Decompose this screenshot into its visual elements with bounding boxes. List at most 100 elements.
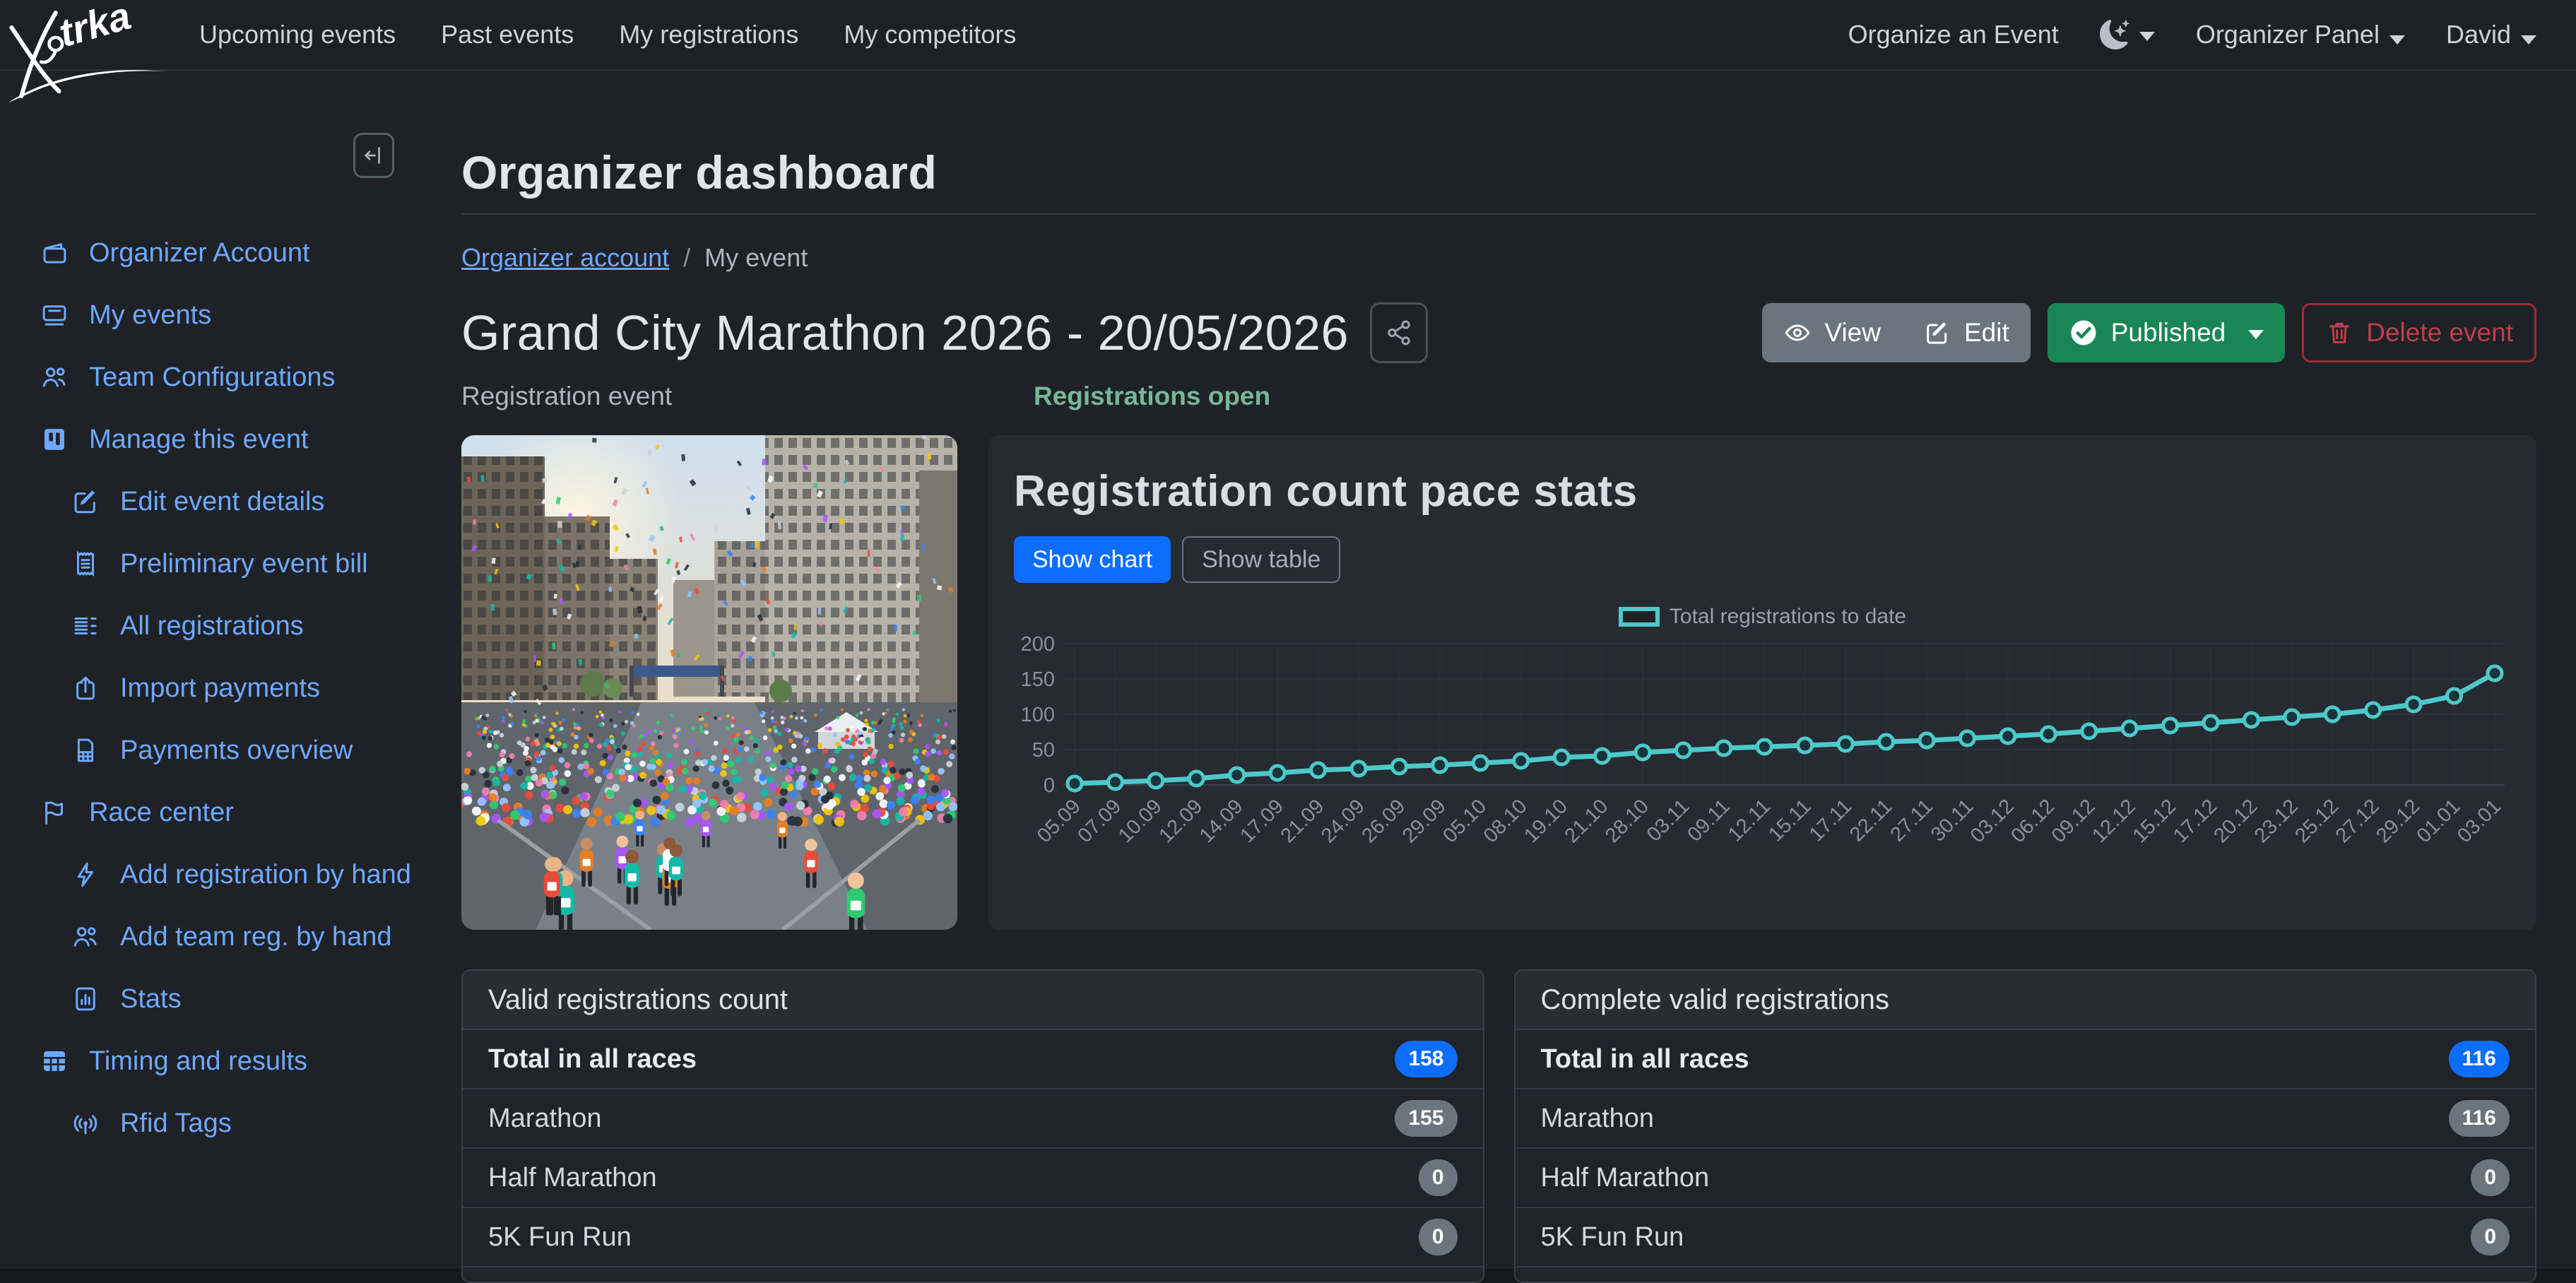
svg-text:09.12: 09.12 [2048,795,2100,847]
chevron-down-icon [2139,32,2155,41]
svg-text:01.01: 01.01 [2413,795,2465,847]
count-badge: 155 [1395,1100,1457,1137]
svg-text:15.12: 15.12 [2129,795,2181,847]
moon-stars-icon [2100,20,2129,49]
sidebar-item-add-registration-by-hand[interactable]: Add registration by hand [0,844,444,906]
svg-text:10.09: 10.09 [1114,795,1166,847]
table-row-partial [463,1267,1483,1282]
nav-my-registrations[interactable]: My registrations [619,20,798,49]
sidebar-collapse-button[interactable] [353,133,394,178]
table-icon [40,1046,69,1076]
breadcrumb-organizer-account[interactable]: Organizer account [461,243,669,272]
sidebar-item-add-team-reg-by-hand[interactable]: Add team reg. by hand [0,906,444,968]
nav-my-competitors[interactable]: My competitors [844,20,1016,49]
svg-text:21.09: 21.09 [1277,795,1329,847]
sidebar-item-team-configurations[interactable]: Team Configurations [0,346,444,408]
eye-icon [1783,319,1812,347]
chevron-down-icon [2389,35,2405,45]
legend-swatch [1619,607,1660,627]
sidebar-item-timing-and-results[interactable]: Timing and results [0,1030,444,1092]
svg-text:15.11: 15.11 [1764,795,1815,846]
table-row: Total in all races 158 [463,1030,1483,1089]
count-badge: 0 [2471,1159,2510,1196]
svg-text:12.11: 12.11 [1724,795,1775,846]
lightning-icon [71,860,100,889]
svg-text:03.01: 03.01 [2453,795,2505,847]
legend-label: Total registrations to date [1670,605,1906,629]
receipt-icon [71,549,100,579]
theme-dropdown[interactable] [2100,20,2155,49]
count-badge: 158 [1395,1041,1457,1077]
svg-text:17.12: 17.12 [2169,795,2221,847]
table-row: Marathon 116 [1516,1089,2536,1149]
sidebar-item-preliminary-event-bill[interactable]: Preliminary event bill [0,533,444,595]
sidebar-item-manage-this-event[interactable]: Manage this event [0,408,444,471]
delete-event-button[interactable]: Delete event [2302,303,2536,362]
sidebar-item-all-registrations[interactable]: All registrations [0,595,444,657]
collapse-left-icon [361,143,386,168]
event-type-label: Registration event [461,382,957,411]
svg-text:05.09: 05.09 [1033,795,1085,847]
check-circle-icon [2069,318,2098,348]
card-list-icon [40,300,69,330]
sidebar-item-rfid-tags[interactable]: Rfid Tags [0,1092,444,1154]
nav-user-menu[interactable]: David [2446,20,2536,49]
event-photo [461,435,957,930]
broadcast-icon [71,1108,100,1138]
sidebar-item-organizer-account[interactable]: Organizer Account [0,222,444,284]
card-title: Valid registrations count [463,971,1483,1030]
svg-text:07.09: 07.09 [1073,795,1125,847]
svg-text:06.12: 06.12 [2007,795,2059,847]
trash-icon [2325,319,2353,347]
box-arrow-in-up-icon [71,673,100,703]
sidebar-menu: Organizer Account My events Team Configu… [0,222,444,1154]
svg-text:19.10: 19.10 [1520,795,1572,847]
file-spreadsheet-icon [71,735,100,765]
nav-past-events[interactable]: Past events [441,20,574,49]
table-row: Marathon 155 [463,1089,1483,1149]
share-button[interactable] [1370,302,1428,363]
svg-text:0: 0 [1044,774,1055,797]
main-menu: Upcoming events Past events My registrat… [199,20,1016,49]
table-row: Half Marathon 0 [1516,1149,2536,1208]
svg-text:24.09: 24.09 [1317,795,1369,847]
svg-text:05.10: 05.10 [1438,795,1491,847]
people-icon [40,362,69,392]
svg-text:100: 100 [1021,704,1055,726]
svg-text:trka: trka [54,1,136,55]
page-title: Organizer dashboard [461,146,2536,199]
nav-organize-event[interactable]: Organize an Event [1848,20,2059,49]
nav-organizer-panel[interactable]: Organizer Panel [2196,20,2405,49]
count-badge: 116 [2449,1100,2510,1137]
chart-legend[interactable]: Total registrations to date [1014,604,2511,629]
svg-text:28.10: 28.10 [1601,795,1653,847]
show-chart-button[interactable]: Show chart [1014,536,1171,583]
table-row: 5K Fun Run 0 [1516,1208,2536,1267]
sidebar-item-payments-overview[interactable]: Payments overview [0,719,444,781]
nav-upcoming-events[interactable]: Upcoming events [199,20,396,49]
edit-button[interactable]: Edit [1902,303,2031,362]
sidebar-item-import-payments[interactable]: Import payments [0,657,444,719]
sidebar-item-stats[interactable]: Stats [0,968,444,1030]
svg-text:30.11: 30.11 [1927,795,1978,846]
event-title: Grand City Marathon 2026 - 20/05/2026 [461,305,1349,361]
svg-text:17.09: 17.09 [1236,795,1288,847]
sidebar-item-my-events[interactable]: My events [0,284,444,346]
view-button[interactable]: View [1762,303,1902,362]
table-row: Total in all races 116 [1516,1030,2536,1089]
sidebar: Organizer Account My events Team Configu… [0,71,444,1269]
people-icon [71,922,100,952]
brand-logo[interactable]: trka [4,1,182,106]
svg-text:150: 150 [1021,668,1055,691]
top-navbar: trka Upcoming events Past events My regi… [0,0,2576,71]
breadcrumb: Organizer account/My event [461,243,2536,273]
flag-icon [40,798,69,827]
show-table-button[interactable]: Show table [1182,536,1340,583]
valid-registrations-card: Valid registrations count Total in all r… [461,969,1484,1283]
published-dropdown-button[interactable]: Published [2048,303,2286,362]
sidebar-item-edit-event-details[interactable]: Edit event details [0,471,444,533]
svg-text:09.11: 09.11 [1683,795,1734,846]
wallet-icon [40,238,69,268]
bar-chart-icon [71,984,100,1014]
sidebar-item-race-center[interactable]: Race center [0,781,444,844]
